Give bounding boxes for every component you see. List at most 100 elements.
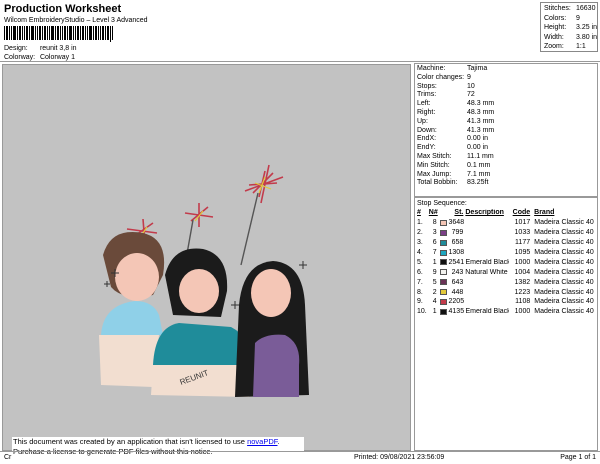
stop-num: 3. [417, 239, 423, 247]
stop-code: 1004 [514, 268, 531, 276]
stop-code: 1223 [514, 288, 531, 296]
stop-code: 1000 [514, 308, 531, 316]
details-row: Trims: 72 [417, 91, 475, 99]
worksheet-title: Production Worksheet [4, 3, 122, 15]
colorway-row: Colorway: Colorway 1 [4, 54, 75, 61]
details-row: EndY: 0.00 in [417, 144, 489, 152]
stop-table-header: # N# St. Description Code Brand [417, 209, 555, 217]
details-row: EndX: 0.00 in [417, 135, 489, 143]
stop-code: 1108 [515, 298, 531, 306]
stop-n: 7 [432, 249, 437, 256]
stop-row: 9. 4 2205 1108 Madeira Classic 40 [417, 297, 597, 307]
stop-code: 1033 [514, 229, 531, 237]
stop-num: 7. [417, 278, 423, 286]
color-swatch [439, 289, 447, 296]
stop-code: 1177 [515, 239, 531, 247]
footer: Cr Printed: 09/08/2021 23:56:09 Page 1 o… [0, 451, 600, 464]
stop-n: 4 [432, 298, 437, 306]
stop-sequence: Stop Sequence: # N# St. Description Code… [414, 197, 598, 451]
summary-row: Stitches: 16630 [544, 5, 596, 12]
stop-brand: Madeira Classic 40 [534, 249, 594, 256]
stop-code: 1000 [514, 258, 531, 266]
stop-n: 1 [432, 308, 437, 316]
stop-brand: Madeira Classic 40 [534, 278, 594, 286]
stop-n: 3 [432, 229, 437, 237]
stop-n: 1 [432, 258, 437, 266]
stop-desc: Emerald Black [465, 308, 509, 316]
stop-num: 8. [417, 288, 423, 296]
summary-row: Width: 3.80 in [544, 33, 598, 41]
color-swatch [439, 229, 447, 236]
stop-brand: Madeira Classic 40 [534, 229, 594, 237]
novapdf-link[interactable]: novaPDF [247, 437, 277, 446]
design-name-row: Design: reunit 3,8 in [4, 45, 77, 52]
stop-code: 1095 [514, 249, 531, 256]
stop-brand: Madeira Classic 40 [534, 239, 594, 247]
barcode [4, 26, 113, 42]
summary-box: Stitches: 16630 Colors: 9 Height: 3.25 in W… [540, 2, 598, 52]
details-row: Up: 41.3 mm [417, 117, 495, 125]
sparkler-bursts [126, 164, 284, 246]
stop-st: 1308 [448, 249, 465, 256]
page-number: Page 1 of 1 [560, 454, 596, 461]
stop-num: 6. [417, 268, 423, 276]
stop-num: 9. [417, 298, 423, 306]
stop-row: 7. 5 643 1382 Madeira Classic 40 [417, 277, 597, 287]
colorway-value: Colorway 1 [39, 54, 75, 61]
stop-st: 799 [451, 229, 464, 237]
stop-row: 6. 9 243 Natural White 1004 Madeira Classic 4… [417, 267, 597, 277]
details-row: Color changes: 9 [417, 73, 471, 81]
stop-row: 5. 1 2541 Emerald Black 1000 Madeira Classic … [417, 257, 597, 267]
details-row: Total Bobbin: 83.25ft [417, 179, 489, 187]
stop-st: 243 [451, 268, 464, 276]
color-swatch [439, 298, 447, 305]
stop-brand: Madeira Classic 40 [534, 268, 594, 276]
details-row: Max Jump: 7.1 mm [417, 170, 491, 178]
summary-row: Colors: 9 [544, 14, 580, 22]
color-swatch [439, 219, 447, 226]
stop-row: 8. 2 448 1223 Madeira Classic 40 [417, 287, 597, 297]
details-row: Machine: Tajima [417, 65, 488, 72]
stop-row: 10. 1 4135 Emerald Black 1000 Madeira Classic… [417, 307, 597, 317]
stop-n: 6 [432, 239, 437, 247]
stop-num: 4. [417, 249, 423, 256]
stop-st: 4135 [448, 308, 465, 316]
details-row: Max Stitch: 11.1 mm [417, 152, 494, 160]
machine-details: Machine: Tajima Color changes: 9 Stops: 10 … [414, 63, 598, 197]
stop-num: 1. [417, 219, 423, 227]
stop-n: 9 [432, 268, 437, 276]
stop-code: 1382 [514, 278, 531, 286]
stop-row: 3. 6 658 1177 Madeira Classic 40 [417, 238, 597, 248]
stop-n: 2 [432, 288, 437, 296]
stop-code: 1017 [514, 219, 531, 227]
details-row: Down: 41.3 mm [417, 126, 495, 134]
stop-table-body: 1. 8 3648 1017 Madeira Classic 40 2. 3 799 1033 M… [417, 218, 597, 317]
color-swatch [439, 308, 447, 315]
stop-brand: Madeira Classic 40 [534, 298, 594, 306]
stop-n: 5 [432, 278, 437, 286]
stop-st: 2541 [448, 258, 465, 266]
details-row: Right: 48.3 mm [417, 108, 495, 116]
stop-row: 4. 7 1308 1095 Madeira Classic 40 [417, 248, 597, 258]
stop-st: 658 [451, 239, 464, 247]
stop-st: 2205 [448, 298, 465, 306]
color-swatch [439, 259, 447, 266]
summary-row: Zoom: 1:1 [544, 43, 586, 50]
stop-row: 1. 8 3648 1017 Madeira Classic 40 [417, 218, 597, 228]
color-swatch [439, 239, 447, 246]
details-row: Left: 48.3 mm [417, 100, 495, 108]
stop-st: 3648 [448, 219, 465, 227]
color-swatch [439, 249, 447, 256]
embroidery-illustration: REUNIT [99, 164, 309, 397]
stop-n: 8 [432, 219, 437, 227]
details-row: Min Stitch: 0.1 mm [417, 161, 491, 169]
stop-row: 2. 3 799 1033 Madeira Classic 40 [417, 228, 597, 238]
design-value: reunit 3,8 in [39, 45, 77, 52]
stop-num: 10. [417, 308, 427, 316]
stop-st: 448 [451, 288, 464, 296]
summary-row: Height: 3.25 in [544, 24, 598, 31]
design-preview: REUNIT [2, 64, 411, 451]
printed-date: Printed: 09/08/2021 23:56:09 [354, 454, 445, 461]
colorway-label: Colorway: [4, 54, 36, 61]
stop-brand: Madeira Classic 40 [534, 219, 594, 227]
